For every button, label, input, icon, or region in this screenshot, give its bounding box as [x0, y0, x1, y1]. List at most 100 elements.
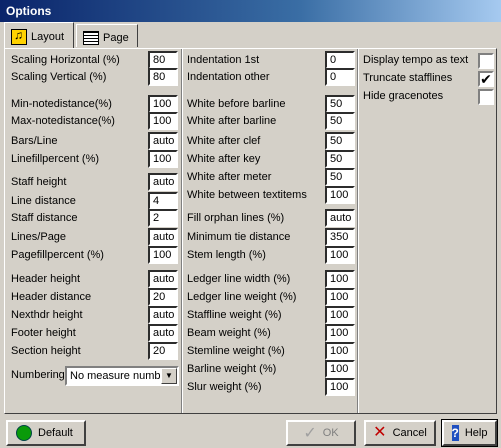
number-input[interactable]: 100: [325, 342, 355, 360]
left-column: Scaling Horizontal (%) 80 Scaling Vertical…: [5, 49, 181, 413]
number-input[interactable]: 100: [325, 306, 355, 324]
help-button-label: Help: [464, 427, 488, 439]
number-input[interactable]: 80: [148, 68, 178, 86]
number-input[interactable]: 100: [325, 246, 355, 264]
field-label: White before barline: [187, 98, 286, 110]
field-label: White after clef: [187, 135, 261, 147]
number-input[interactable]: 100: [325, 270, 355, 288]
tab-layout-label: Layout: [31, 31, 65, 43]
field-label: Barline weight (%): [187, 363, 277, 375]
check-icon: ✓: [303, 425, 317, 442]
number-input[interactable]: 100: [325, 324, 355, 342]
field-label: Pagefillpercent (%): [11, 249, 104, 261]
field-label: Scaling Vertical (%): [11, 71, 107, 83]
number-input[interactable]: 50: [325, 112, 355, 130]
close-icon: ✕: [373, 424, 387, 441]
number-input[interactable]: auto: [148, 173, 178, 191]
number-input[interactable]: 100: [148, 95, 178, 113]
tab-page[interactable]: Page: [76, 24, 138, 47]
field-label: Section height: [11, 345, 81, 357]
field-label: Fill orphan lines (%): [187, 212, 285, 224]
number-input[interactable]: 80: [148, 51, 178, 69]
field-label: Slur weight (%): [187, 381, 262, 393]
right-column: Display tempo as text Truncate stafflines…: [360, 49, 496, 413]
number-input[interactable]: 100: [325, 288, 355, 306]
button-bar: Default ✓ OK ✕ Cancel ? Help: [0, 416, 501, 448]
ok-button-label: OK: [322, 427, 339, 439]
number-input[interactable]: 4: [148, 192, 178, 210]
checkbox[interactable]: [478, 89, 494, 105]
number-input[interactable]: 50: [325, 95, 355, 113]
number-input[interactable]: 20: [148, 288, 178, 306]
field-label: Staff height: [11, 176, 67, 188]
ok-button[interactable]: ✓ OK: [286, 420, 356, 446]
number-input[interactable]: auto: [148, 324, 178, 342]
field-label: Staffline weight (%): [187, 309, 282, 321]
numbering-label: Numbering: [11, 369, 65, 381]
field-label: Stem length (%): [187, 249, 266, 261]
field-label: Staff distance: [11, 212, 78, 224]
number-input[interactable]: 50: [325, 132, 355, 150]
column-divider: [357, 49, 359, 413]
field-label: Indentation 1st: [187, 54, 260, 66]
field-label: Scaling Horizontal (%): [11, 54, 120, 66]
default-button[interactable]: Default: [6, 420, 86, 446]
field-label: White after barline: [187, 115, 277, 127]
help-button[interactable]: ? Help: [441, 419, 498, 447]
number-input[interactable]: 100: [325, 360, 355, 378]
number-input[interactable]: 0: [325, 51, 355, 69]
field-label: White between textitems: [187, 189, 307, 201]
tab-layout[interactable]: Layout: [4, 22, 74, 48]
field-label: Indentation other: [187, 71, 270, 83]
number-input[interactable]: 20: [148, 342, 178, 360]
number-input[interactable]: auto: [148, 306, 178, 324]
field-label: Header height: [11, 273, 81, 285]
field-label: Header distance: [11, 291, 92, 303]
number-input[interactable]: 2: [148, 209, 178, 227]
number-input[interactable]: auto: [148, 132, 178, 150]
window-title: Options: [0, 0, 501, 22]
checkbox-label: Hide gracenotes: [363, 90, 444, 102]
number-input[interactable]: 50: [325, 150, 355, 168]
field-label: Line distance: [11, 195, 76, 207]
green-circle-icon: [16, 425, 32, 441]
number-input[interactable]: 100: [148, 150, 178, 168]
checkbox-label: Truncate stafflines: [363, 72, 453, 84]
number-input[interactable]: 100: [148, 112, 178, 130]
tab-page-label: Page: [103, 31, 129, 44]
field-label: Bars/Line: [11, 135, 58, 147]
number-input[interactable]: auto: [148, 270, 178, 288]
field-label: Stemline weight (%): [187, 345, 285, 357]
number-input[interactable]: 100: [325, 378, 355, 396]
cancel-button[interactable]: ✕ Cancel: [364, 420, 436, 446]
field-label: Ledger line weight (%): [187, 291, 297, 303]
layout-panel: Scaling Horizontal (%) 80 Scaling Vertical…: [4, 48, 497, 414]
number-input[interactable]: 50: [325, 168, 355, 186]
column-divider: [181, 49, 183, 413]
help-icon: ?: [451, 425, 459, 441]
music-book-icon: [11, 28, 27, 45]
field-label: Linefillpercent (%): [11, 153, 100, 165]
field-label: White after meter: [187, 171, 272, 183]
default-button-label: Default: [38, 427, 73, 439]
chevron-down-icon[interactable]: ▼: [161, 368, 177, 384]
number-input[interactable]: auto: [148, 228, 178, 246]
checkbox[interactable]: ✔: [478, 71, 494, 87]
numbering-value: No measure numbe: [70, 370, 167, 382]
number-input[interactable]: 0: [325, 68, 355, 86]
checkbox[interactable]: [478, 53, 494, 69]
field-label: Nexthdr height: [11, 309, 83, 321]
number-input[interactable]: 100: [148, 246, 178, 264]
field-label: Max-notedistance(%): [11, 115, 115, 127]
field-label: Minimum tie distance: [187, 231, 291, 243]
field-label: Min-notedistance(%): [11, 98, 112, 110]
number-input[interactable]: auto: [325, 209, 355, 227]
cancel-button-label: Cancel: [392, 427, 427, 439]
field-label: Beam weight (%): [187, 327, 271, 339]
page-icon: [83, 30, 99, 45]
field-label: Lines/Page: [11, 231, 67, 243]
number-input[interactable]: 350: [325, 228, 355, 246]
numbering-select[interactable]: No measure numbe ▼: [65, 366, 179, 386]
number-input[interactable]: 100: [325, 186, 355, 204]
checkbox-label: Display tempo as text: [363, 54, 469, 66]
